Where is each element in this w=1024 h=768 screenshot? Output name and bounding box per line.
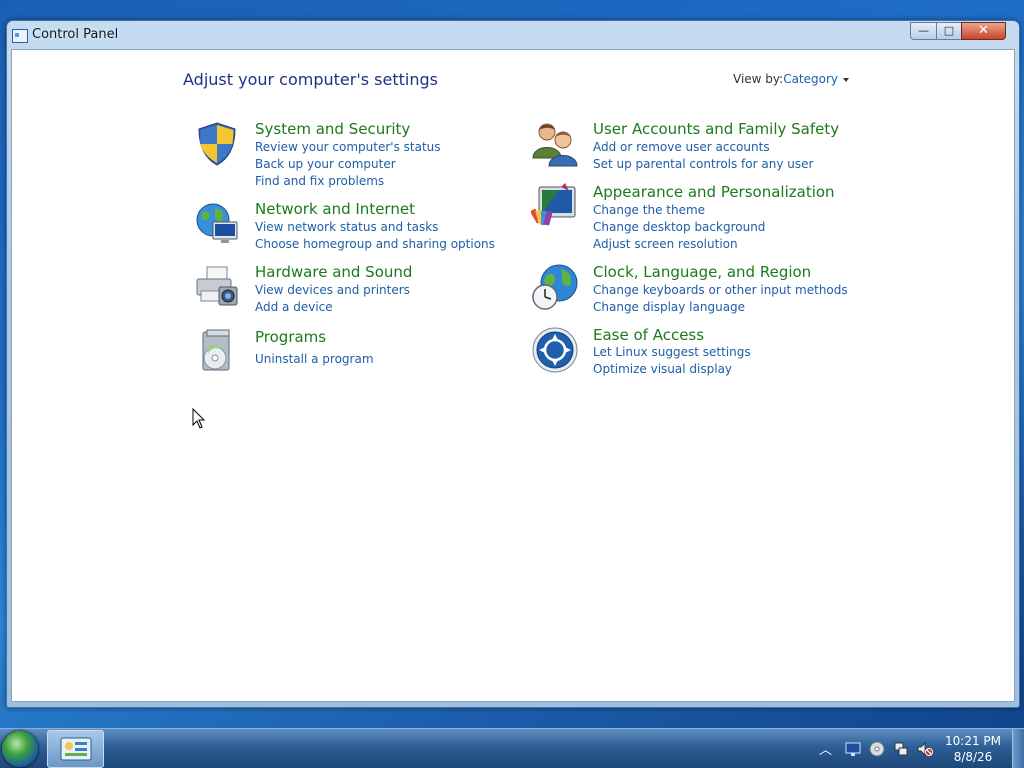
task-link[interactable]: View network status and tasks	[255, 220, 438, 234]
maximize-button[interactable]: □	[936, 22, 962, 40]
category-title[interactable]: Hardware and Sound	[255, 263, 412, 281]
task-link[interactable]: Let Linux suggest settings	[593, 345, 751, 359]
control-panel-icon	[12, 29, 28, 43]
category-programs: Programs Uninstall a program	[193, 328, 493, 376]
category-ease-of-access: Ease of Access Let Linux suggest setting…	[531, 326, 861, 381]
task-link[interactable]: Review your computer's status	[255, 140, 441, 154]
task-link[interactable]: View devices and printers	[255, 283, 410, 297]
task-link[interactable]: Find and fix problems	[255, 174, 384, 188]
category-title[interactable]: Network and Internet	[255, 200, 415, 218]
taskbar: ︿ 10:21 PM 8/8/26	[0, 728, 1024, 768]
task-link[interactable]: Add or remove user accounts	[593, 140, 770, 154]
category-appearance-and-personalization: Appearance and Personalization Change th…	[531, 183, 861, 253]
task-link[interactable]: Change desktop background	[593, 220, 765, 234]
mouse-cursor-icon	[192, 408, 206, 429]
minimize-button[interactable]: —	[910, 22, 937, 40]
monitor-palette-icon[interactable]	[531, 183, 579, 231]
category-system-and-security: System and Security Review your computer…	[193, 120, 493, 190]
close-button[interactable]: ✕	[961, 22, 1006, 40]
category-title[interactable]: User Accounts and Family Safety	[593, 120, 839, 138]
control-panel-content: Adjust your computer's settings View by:…	[11, 49, 1015, 702]
action-center-icon[interactable]	[845, 741, 861, 757]
clock-date: 8/8/26	[953, 750, 993, 764]
category-title[interactable]: Clock, Language, and Region	[593, 263, 811, 281]
category-clock-language-region: Clock, Language, and Region Change keybo…	[531, 263, 861, 318]
view-by-label: View by:	[733, 72, 784, 86]
control-panel-window: Control Panel — □ ✕ Adjust your computer…	[6, 20, 1020, 708]
taskbar-clock[interactable]: 10:21 PM 8/8/26	[938, 733, 1008, 765]
users-icon[interactable]	[531, 120, 579, 168]
task-link[interactable]: Uninstall a program	[255, 352, 374, 366]
category-title[interactable]: Appearance and Personalization	[593, 183, 835, 201]
taskbar-control-panel-button[interactable]	[47, 730, 104, 768]
view-by-control[interactable]: View by:Category	[733, 72, 850, 86]
control-panel-taskbar-icon	[60, 737, 92, 761]
disc-icon[interactable]	[869, 741, 885, 757]
task-link[interactable]: Adjust screen resolution	[593, 237, 738, 251]
task-link[interactable]: Optimize visual display	[593, 362, 732, 376]
window-title: Control Panel	[32, 27, 119, 42]
task-link[interactable]: Set up parental controls for any user	[593, 157, 813, 171]
show-desktop-button[interactable]	[1012, 729, 1024, 768]
printer-camera-icon[interactable]	[193, 263, 241, 311]
task-link[interactable]: Add a device	[255, 300, 333, 314]
programs-disc-icon[interactable]	[193, 328, 241, 376]
task-link[interactable]: Change the theme	[593, 203, 705, 217]
clock-globe-icon[interactable]	[531, 263, 579, 311]
network-icon[interactable]	[893, 741, 909, 757]
category-title[interactable]: System and Security	[255, 120, 410, 138]
clock-time: 10:21 PM	[945, 734, 1001, 748]
page-title: Adjust your computer's settings	[183, 70, 438, 89]
task-link[interactable]: Change keyboards or other input methods	[593, 283, 848, 297]
chevron-down-icon[interactable]	[843, 77, 850, 82]
task-link[interactable]: Change display language	[593, 300, 745, 314]
start-button[interactable]	[2, 731, 38, 767]
show-hidden-icons-chevron[interactable]: ︿	[819, 739, 832, 758]
category-user-accounts: User Accounts and Family Safety Add or r…	[531, 120, 861, 175]
window-titlebar[interactable]: Control Panel — □ ✕	[7, 21, 1019, 49]
category-network-and-internet: Network and Internet View network status…	[193, 200, 503, 255]
shield-icon[interactable]	[193, 120, 241, 168]
task-link[interactable]: Back up your computer	[255, 157, 396, 171]
network-globe-icon[interactable]	[193, 200, 241, 248]
category-hardware-and-sound: Hardware and Sound View devices and prin…	[193, 263, 493, 318]
volume-muted-icon[interactable]	[917, 741, 933, 757]
category-title[interactable]: Ease of Access	[593, 326, 704, 344]
task-link[interactable]: Choose homegroup and sharing options	[255, 237, 495, 251]
ease-of-access-icon[interactable]	[531, 326, 579, 374]
category-title[interactable]: Programs	[255, 328, 326, 346]
view-by-dropdown[interactable]: Category	[783, 72, 838, 86]
